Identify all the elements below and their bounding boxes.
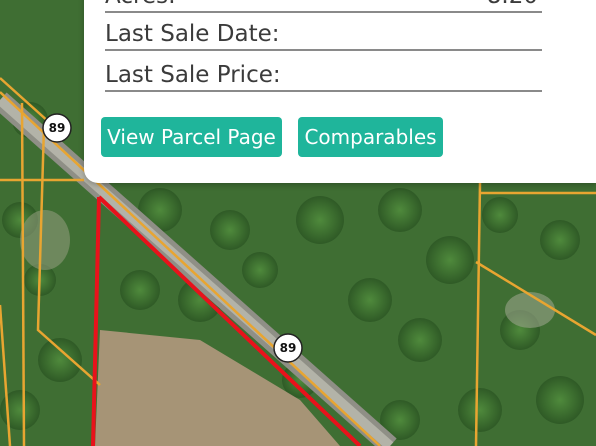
acres-label: Acres: (105, 0, 176, 9)
acres-value: 8.20 (487, 0, 538, 11)
road-shield-89-upper: 89 (42, 113, 72, 143)
view-parcel-page-button[interactable]: View Parcel Page (101, 117, 282, 157)
svg-text:89: 89 (280, 341, 297, 355)
svg-text:89: 89 (49, 121, 66, 135)
parcel-info-popup: Acres: 8.20 Last Sale Date: Last Sale Pr… (84, 0, 596, 183)
last-sale-price-label: Last Sale Price: (105, 62, 281, 88)
acres-row: Acres: 8.20 (105, 0, 542, 13)
clearing-small (20, 210, 70, 270)
last-sale-date-label: Last Sale Date: (105, 21, 280, 47)
road-shield-89-lower: 89 (273, 333, 303, 363)
comparables-button[interactable]: Comparables (298, 117, 443, 157)
last-sale-date-row: Last Sale Date: (105, 19, 542, 51)
last-sale-price-row: Last Sale Price: (105, 60, 542, 92)
clearing-right (505, 292, 555, 328)
